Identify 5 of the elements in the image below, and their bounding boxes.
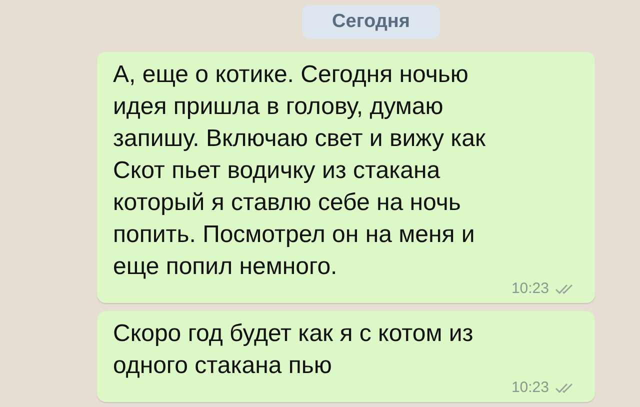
message-text: А, еще о котике. Сегодня ночью идея пришла в голову, думаю запишу. Включаю свет и вижу как Скот пьет водичку из стакана который я ставлю себе на ночь попить. Посмотрел он на меня и еще попил немного. bbox=[113, 60, 487, 282]
date-label: Сегодня bbox=[302, 5, 440, 39]
message-text: Скоро год будет как я с котом из одного стакана пью bbox=[113, 319, 474, 381]
message-time: 10:23 bbox=[511, 380, 549, 396]
message-time: 10:23 bbox=[511, 281, 549, 297]
